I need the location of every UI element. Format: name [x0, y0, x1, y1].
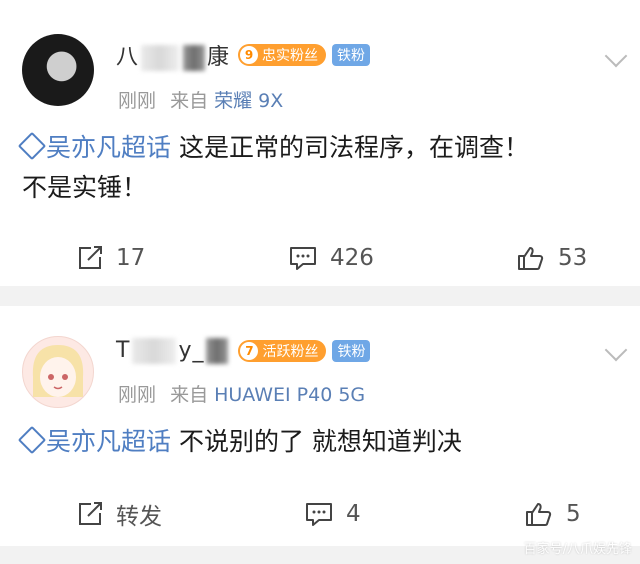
post-text-line2: 不是实锤！	[22, 173, 148, 202]
like-button[interactable]: 5	[524, 494, 581, 534]
repost-button[interactable]: 转发	[76, 494, 162, 534]
thumbs-up-icon	[518, 247, 544, 270]
fan-level-badge[interactable]: 7 活跃粉丝	[238, 340, 327, 362]
comment-button[interactable]: 426	[288, 238, 374, 278]
fan-level-label: 忠实粉丝	[262, 48, 319, 64]
super-topic-link[interactable]: 吴亦凡超话	[17, 425, 171, 456]
post-separator	[0, 286, 640, 306]
like-count: 53	[558, 245, 588, 271]
comment-count: 426	[330, 245, 374, 271]
avatar[interactable]	[22, 336, 94, 408]
user-name-row: 八康 9 忠实粉丝 铁粉	[116, 39, 371, 71]
comment-icon	[290, 247, 316, 270]
iron-fan-badge[interactable]: 铁粉	[332, 44, 371, 66]
super-topic-link[interactable]: 吴亦凡超话	[17, 131, 171, 162]
post-content: 吴亦凡超话 不说别的了 就想知道判决	[17, 422, 622, 462]
weibo-post: Ty_ 7 活跃粉丝 铁粉 刚刚 来自 HUAWEI P40 5G 吴亦凡超话 不…	[0, 306, 640, 546]
source-device[interactable]: 荣耀 9X	[214, 90, 283, 112]
username[interactable]: 八康	[116, 39, 230, 71]
post-text-line1: 这是正常的司法程序，在调查！	[178, 133, 529, 162]
source-device[interactable]: HUAWEI P40 5G	[214, 384, 365, 406]
cartoon-face-icon	[32, 345, 84, 397]
action-bar: 17 426 53	[0, 238, 640, 278]
source-prefix: 来自	[170, 90, 209, 112]
like-count: 5	[566, 501, 581, 527]
fan-level-number: 7	[240, 342, 259, 360]
repost-count: 17	[116, 245, 146, 271]
comment-icon	[306, 503, 332, 526]
repost-label: 转发	[116, 504, 162, 530]
diamond-icon	[17, 131, 47, 161]
thumbs-up-icon	[526, 503, 552, 526]
comment-button[interactable]: 4	[304, 494, 361, 534]
share-icon	[79, 246, 102, 269]
diamond-icon	[17, 425, 47, 455]
post-time: 刚刚	[118, 384, 157, 406]
repost-button[interactable]: 17	[76, 238, 145, 278]
post-time: 刚刚	[118, 90, 157, 112]
avatar[interactable]	[22, 34, 94, 106]
fan-level-badge[interactable]: 9 忠实粉丝	[238, 44, 327, 66]
like-button[interactable]: 53	[516, 238, 587, 278]
weibo-post: 八康 9 忠实粉丝 铁粉 刚刚 来自 荣耀 9X 吴亦凡超话 这是正常的司法程序，…	[0, 0, 640, 286]
chevron-down-icon[interactable]	[604, 44, 628, 68]
fan-level-label: 活跃粉丝	[262, 344, 319, 360]
action-bar: 转发 4 5	[0, 494, 640, 534]
fan-level-number: 9	[240, 46, 259, 64]
user-name-row: Ty_ 7 活跃粉丝 铁粉	[116, 338, 371, 364]
username[interactable]: Ty_	[116, 338, 230, 364]
share-icon	[79, 502, 102, 525]
post-content: 吴亦凡超话 这是正常的司法程序，在调查！ 不是实锤！	[17, 128, 622, 208]
chevron-down-icon[interactable]	[604, 338, 628, 362]
iron-fan-badge[interactable]: 铁粉	[332, 340, 371, 362]
post-meta: 刚刚 来自 荣耀 9X	[118, 86, 283, 113]
post-meta: 刚刚 来自 HUAWEI P40 5G	[118, 380, 365, 407]
post-text-line1: 不说别的了 就想知道判决	[178, 427, 462, 456]
source-prefix: 来自	[170, 384, 209, 406]
watermark: 百家号/八爪娱先锋	[523, 542, 632, 557]
comment-count: 4	[346, 501, 361, 527]
